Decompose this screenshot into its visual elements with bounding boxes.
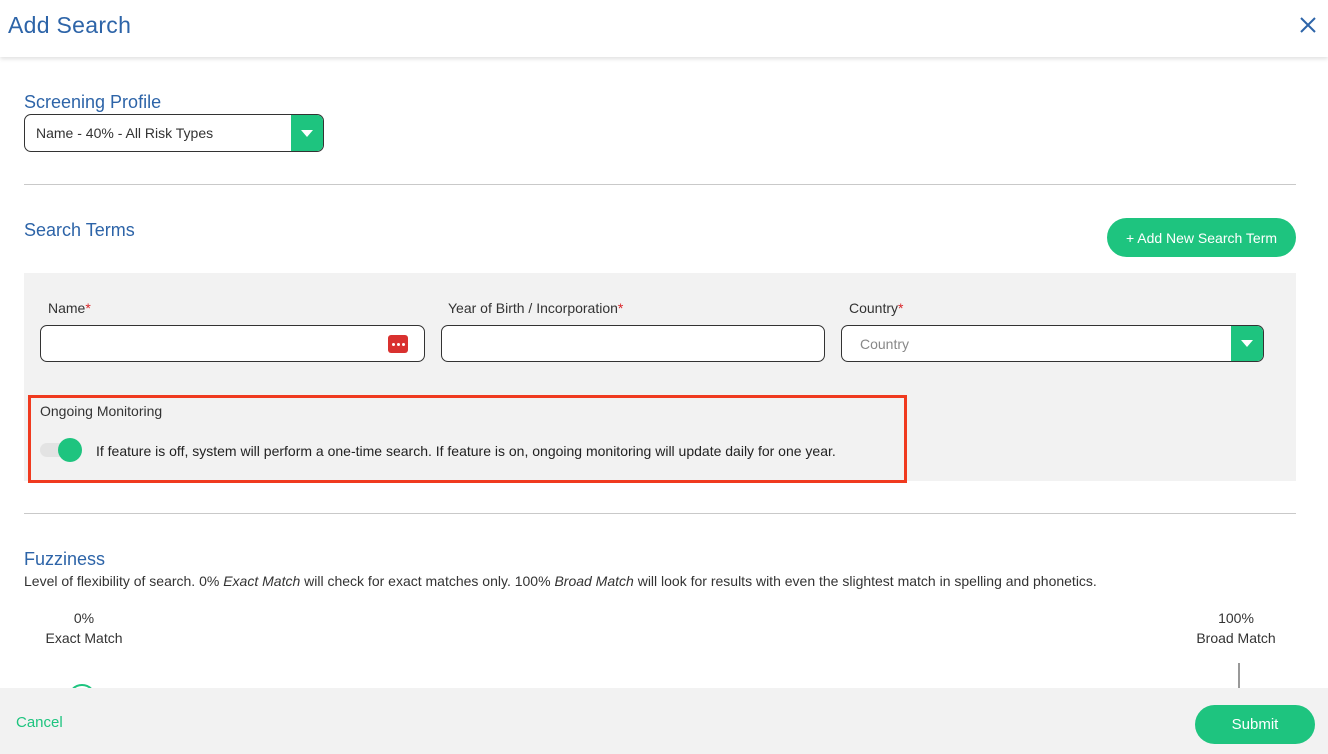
required-mark: * xyxy=(898,300,904,316)
ongoing-monitoring-toggle[interactable] xyxy=(40,437,84,462)
search-terms-heading: Search Terms xyxy=(24,220,135,240)
ongoing-monitoring-label: Ongoing Monitoring xyxy=(40,403,163,419)
cancel-button[interactable]: Cancel xyxy=(16,714,63,731)
screening-profile-value: Name - 40% - All Risk Types xyxy=(36,125,214,141)
fuzziness-max-pct: 100% xyxy=(1218,610,1254,626)
dropdown-arrow-icon[interactable] xyxy=(1231,326,1263,361)
dialog-footer xyxy=(0,688,1328,754)
fuzziness-heading: Fuzziness xyxy=(24,549,106,569)
yob-label: Year of Birth / Incorporation* xyxy=(448,300,624,316)
close-icon[interactable] xyxy=(1297,14,1319,36)
monitoring-description: If feature is off, system will perform a… xyxy=(96,443,836,459)
fuzziness-max-label: Broad Match xyxy=(1196,630,1276,646)
fuzziness-description: Level of flexibility of search. 0% Exact… xyxy=(24,573,1097,589)
country-select[interactable]: Country xyxy=(841,325,1264,362)
country-placeholder: Country xyxy=(860,336,910,352)
divider xyxy=(24,184,1296,185)
required-mark: * xyxy=(85,300,91,316)
yob-input[interactable] xyxy=(441,325,825,362)
password-manager-icon[interactable] xyxy=(388,335,408,353)
name-input[interactable] xyxy=(40,325,425,362)
fuzziness-min-pct: 0% xyxy=(73,610,95,626)
name-label: Name* xyxy=(48,300,91,316)
dialog-header: Add Search xyxy=(0,0,1328,57)
country-label: Country* xyxy=(849,300,904,316)
dropdown-arrow-icon[interactable] xyxy=(291,115,323,151)
add-search-term-button[interactable]: + Add New Search Term xyxy=(1107,218,1296,257)
dialog-title: Add Search xyxy=(8,12,132,38)
toggle-knob xyxy=(58,438,82,462)
submit-button[interactable]: Submit xyxy=(1195,705,1315,744)
divider xyxy=(24,513,1296,514)
screening-profile-heading: Screening Profile xyxy=(24,92,162,112)
fuzziness-min-label: Exact Match xyxy=(45,630,123,646)
required-mark: * xyxy=(617,300,624,316)
screening-profile-select[interactable]: Name - 40% - All Risk Types xyxy=(24,114,324,152)
